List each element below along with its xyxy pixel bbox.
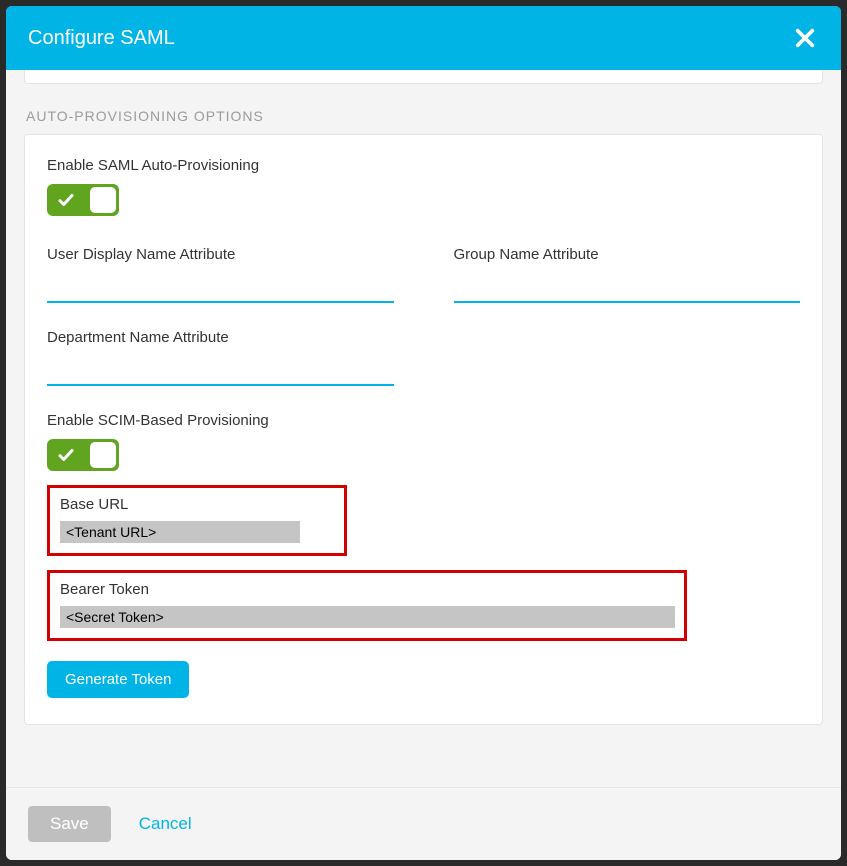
section-title: AUTO-PROVISIONING OPTIONS bbox=[26, 108, 823, 124]
modal-footer: Save Cancel bbox=[6, 787, 841, 860]
configure-saml-modal: Configure SAML AUTO-PROVISIONING OPTIONS… bbox=[6, 6, 841, 860]
group-name-label: Group Name Attribute bbox=[454, 246, 801, 263]
group-name-input[interactable] bbox=[454, 273, 801, 303]
department-label: Department Name Attribute bbox=[47, 329, 394, 346]
modal-title: Configure SAML bbox=[28, 27, 175, 50]
enable-saml-toggle[interactable] bbox=[47, 184, 119, 216]
enable-scim-label: Enable SCIM-Based Provisioning bbox=[47, 412, 800, 429]
previous-card-edge bbox=[24, 70, 823, 84]
bearer-token-highlight: Bearer Token bbox=[47, 570, 687, 641]
modal-body-scroll[interactable]: AUTO-PROVISIONING OPTIONS Enable SAML Au… bbox=[6, 70, 841, 787]
auto-provisioning-card: Enable SAML Auto-Provisioning User Displ… bbox=[24, 134, 823, 725]
user-display-input[interactable] bbox=[47, 273, 394, 303]
check-icon bbox=[57, 191, 75, 209]
modal-header: Configure SAML bbox=[6, 6, 841, 70]
base-url-label: Base URL bbox=[60, 496, 334, 513]
cancel-button[interactable]: Cancel bbox=[139, 814, 192, 834]
base-url-highlight: Base URL bbox=[47, 485, 347, 556]
user-display-label: User Display Name Attribute bbox=[47, 246, 394, 263]
close-icon[interactable] bbox=[791, 24, 819, 52]
bearer-token-field[interactable] bbox=[60, 606, 675, 628]
bearer-token-label: Bearer Token bbox=[60, 581, 674, 598]
toggle-knob bbox=[90, 442, 116, 468]
department-input[interactable] bbox=[47, 356, 394, 386]
base-url-field[interactable] bbox=[60, 521, 300, 543]
save-button[interactable]: Save bbox=[28, 806, 111, 842]
toggle-knob bbox=[90, 187, 116, 213]
check-icon bbox=[57, 446, 75, 464]
enable-saml-label: Enable SAML Auto-Provisioning bbox=[47, 157, 800, 174]
enable-scim-toggle[interactable] bbox=[47, 439, 119, 471]
generate-token-button[interactable]: Generate Token bbox=[47, 661, 189, 698]
